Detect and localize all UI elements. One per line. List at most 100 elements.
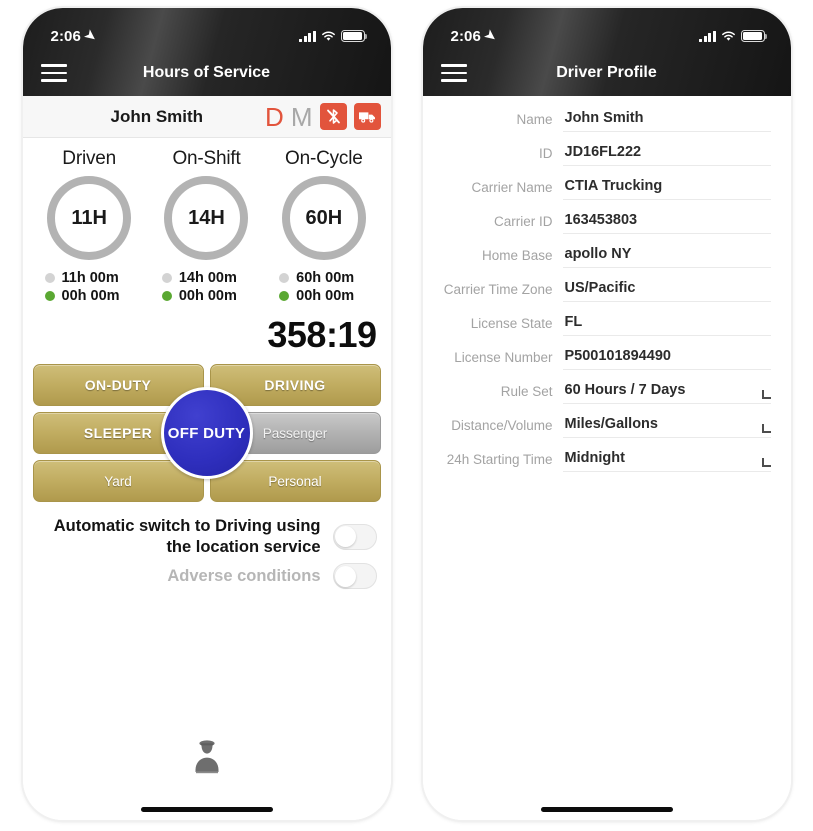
nav-bar-left: Hours of Service	[23, 50, 391, 96]
gauge-label: Driven	[62, 148, 117, 169]
field-value-container[interactable]: P500101894490	[562, 348, 771, 370]
field-value-container[interactable]: John Smith	[562, 110, 771, 132]
home-indicator-right	[422, 798, 791, 820]
field-label: Home Base	[481, 248, 553, 263]
two-phone-screenshot: 2:06 ➤ Hours of Service John Smith D M D…	[0, 0, 813, 831]
field-label: Name	[516, 112, 553, 127]
wifi-icon	[321, 30, 336, 42]
nav-bar-right: Driver Profile	[423, 50, 791, 96]
badge-m-icon[interactable]: M	[291, 104, 313, 130]
gauge-on-shift[interactable]: On-Shift 14H 14h 00m 00h 00m	[148, 148, 265, 306]
selector-corner-icon[interactable]	[761, 390, 771, 399]
field-label: Distance/Volume	[451, 418, 553, 433]
settings-toggles: Automatic switch to Driving using the lo…	[23, 502, 391, 595]
legend-used: 00h 00m	[161, 288, 265, 304]
battery-icon	[740, 30, 767, 42]
field-value: CTIA Trucking	[564, 178, 663, 194]
profile-body: Name John Smith ID JD16FL222 Carrier Nam…	[422, 96, 791, 820]
field-label: Carrier ID	[493, 214, 553, 229]
field-value-container[interactable]: FL	[562, 314, 771, 336]
field-value: apollo NY	[564, 246, 632, 262]
legend-remaining: 11h 00m	[44, 270, 148, 286]
profile-row-carrier-id: Carrier ID 163453803	[435, 212, 771, 234]
status-time-right: 2:06 ➤	[451, 26, 500, 45]
status-time-left: 2:06 ➤	[50, 26, 100, 45]
profile-row-carrier-name: Carrier Name CTIA Trucking	[435, 178, 771, 200]
home-indicator-left	[22, 798, 391, 820]
field-value-container[interactable]: US/Pacific	[562, 280, 771, 302]
hamburger-menu-icon[interactable]	[440, 64, 467, 82]
profile-row-license-number: License Number P500101894490	[435, 348, 771, 370]
duty-button-off-duty[interactable]: OFF DUTY	[160, 387, 253, 479]
hamburger-menu-icon[interactable]	[40, 64, 67, 82]
selector-corner-icon[interactable]	[761, 424, 771, 433]
selector-corner-icon[interactable]	[761, 458, 771, 467]
cellular-signal-icon	[699, 30, 716, 42]
location-arrow-icon: ➤	[481, 26, 500, 45]
elapsed-timer: 358:19	[267, 314, 377, 355]
green-dot-icon	[161, 291, 172, 301]
field-value: US/Pacific	[564, 280, 636, 296]
gauge-ring: 14H	[164, 176, 249, 260]
legend-used: 00h 00m	[279, 288, 382, 304]
legend-used-text: 00h 00m	[178, 288, 237, 304]
profile-row-home-base: Home Base apollo NY	[435, 246, 771, 268]
screen-driver-profile: 2:06 ➤ Driver Profile Name John Smith ID…	[422, 8, 791, 820]
bluetooth-disabled-icon[interactable]	[319, 103, 347, 130]
header-status-icons: D M	[265, 103, 381, 130]
green-dot-icon	[44, 291, 55, 301]
gauge-label: On-Shift	[172, 148, 241, 169]
gauge-label: On-Cycle	[285, 148, 363, 169]
field-value: Midnight	[564, 450, 625, 466]
toggle-adverse-conditions[interactable]	[332, 563, 377, 590]
page-title: Hours of Service	[142, 64, 271, 81]
gauge-legend: 60h 00m 00h 00m	[265, 270, 382, 306]
badge-d-icon[interactable]: D	[265, 104, 284, 130]
status-time-text: 2:06	[50, 27, 81, 45]
field-label: Carrier Name	[471, 180, 553, 195]
toggle-auto-driving[interactable]	[332, 523, 377, 550]
gray-dot-icon	[161, 273, 172, 283]
field-value-container[interactable]: Midnight	[562, 450, 771, 472]
toggle-row-adverse: Adverse conditions	[37, 563, 377, 590]
battery-icon	[340, 30, 367, 42]
legend-used-text: 00h 00m	[296, 288, 355, 304]
top-dark-area-left: 2:06 ➤ Hours of Service	[22, 8, 391, 96]
footer-area-left	[23, 737, 391, 798]
field-value-container[interactable]: JD16FL222	[562, 144, 771, 166]
field-value-container[interactable]: CTIA Trucking	[562, 178, 771, 200]
gauge-on-cycle[interactable]: On-Cycle 60H 60h 00m 00h 00m	[265, 148, 382, 306]
field-label: ID	[539, 146, 553, 161]
field-value: JD16FL222	[564, 144, 642, 160]
toggle-row-auto-driving: Automatic switch to Driving using the lo…	[37, 516, 377, 557]
truck-icon[interactable]	[353, 103, 381, 130]
field-value: P500101894490	[564, 348, 671, 364]
field-value: John Smith	[564, 110, 644, 126]
field-value-container[interactable]: 163453803	[562, 212, 771, 234]
legend-remaining-text: 60h 00m	[296, 270, 355, 286]
profile-row-24h-starting-time: 24h Starting Time Midnight	[435, 450, 771, 472]
gauge-legend: 14h 00m 00h 00m	[148, 270, 265, 306]
driver-name: John Smith	[110, 106, 204, 126]
field-label: Carrier Time Zone	[443, 282, 553, 297]
legend-remaining: 60h 00m	[279, 270, 382, 286]
legend-used: 00h 00m	[44, 288, 148, 304]
field-label: License Number	[454, 350, 553, 365]
status-bar-left: 2:06 ➤	[23, 22, 391, 50]
gauge-driven[interactable]: Driven 11H 11h 00m 00h 00m	[31, 148, 148, 306]
status-icons-left	[299, 30, 367, 42]
green-dot-icon	[279, 291, 290, 301]
location-arrow-icon: ➤	[81, 26, 100, 45]
gauge-ring: 60H	[281, 176, 366, 260]
field-value-container[interactable]: apollo NY	[562, 246, 771, 268]
top-dark-area-right: 2:06 ➤ Driver Profile	[422, 8, 791, 96]
status-icons-right	[699, 30, 767, 42]
field-value-container[interactable]: Miles/Gallons	[562, 416, 771, 438]
driver-person-icon[interactable]	[190, 737, 224, 780]
field-label: 24h Starting Time	[446, 452, 553, 467]
legend-used-text: 00h 00m	[61, 288, 120, 304]
profile-row-license-state: License State FL	[435, 314, 771, 336]
field-value-container[interactable]: 60 Hours / 7 Days	[562, 382, 771, 404]
duty-status-selector: ON-DUTY DRIVING SLEEPER Passenger Yard P…	[23, 364, 391, 502]
